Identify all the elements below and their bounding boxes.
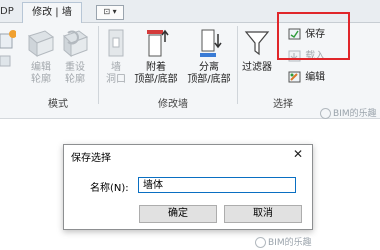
- quick-access-dropdown[interactable]: ⊡ ▾: [96, 5, 124, 20]
- filter-button[interactable]: 过滤器: [238, 28, 276, 74]
- tab-partial[interactable]: DP: [0, 2, 20, 21]
- ribbon: DP 修改 | 墙 ⊡ ▾ 编辑 轮廓 重设 轮廓 墙 洞口 附着 顶部/底部 …: [0, 0, 380, 119]
- watermark-bottom: BIM的乐趣: [255, 235, 312, 248]
- wall-opening-button[interactable]: 墙 洞口: [101, 28, 131, 86]
- save-selection-dialog: 保存选择 ✕ 名称(N): 墙体 确定 取消: [63, 144, 313, 230]
- dialog-title: 保存选择: [71, 153, 111, 164]
- group-label-modify-wall: 修改墙: [158, 99, 188, 110]
- selection-highlight-box: [277, 12, 350, 60]
- ok-button[interactable]: 确定: [139, 205, 217, 223]
- wall-opening-icon: [108, 29, 124, 57]
- attach-top-base-label: 附着 顶部/底部: [134, 62, 178, 85]
- watermark-top: BIM的乐趣: [320, 106, 377, 119]
- filter-icon: [244, 31, 270, 56]
- cancel-button[interactable]: 取消: [224, 205, 302, 223]
- close-icon[interactable]: ✕: [291, 146, 305, 162]
- tab-modify-wall[interactable]: 修改 | 墙: [22, 2, 82, 23]
- reset-profile-icon: [63, 30, 89, 58]
- reset-profile-button[interactable]: 重设 轮廓: [58, 28, 92, 86]
- group-label-mode: 模式: [48, 99, 68, 110]
- partial-tool-icon[interactable]: [0, 28, 16, 74]
- watermark-logo-icon: [255, 237, 266, 248]
- filter-label: 过滤器: [242, 62, 272, 73]
- reset-profile-label: 重设 轮廓: [65, 62, 85, 85]
- panel-separator: [98, 26, 99, 104]
- edit-profile-icon: [27, 30, 55, 57]
- edit-selection-button[interactable]: 编辑: [288, 71, 344, 84]
- detach-top-base-label: 分离 顶部/底部: [187, 62, 231, 85]
- name-input[interactable]: 墙体: [138, 177, 296, 193]
- edit-profile-label: 编辑 轮廓: [31, 62, 51, 85]
- group-label-selection: 选择: [273, 99, 293, 110]
- edit-profile-button[interactable]: 编辑 轮廓: [24, 28, 58, 86]
- attach-top-base-button[interactable]: 附着 顶部/底部: [131, 28, 181, 86]
- wall-opening-label: 墙 洞口: [106, 62, 126, 85]
- edit-selection-label: 编辑: [305, 72, 326, 83]
- name-label: 名称(N):: [90, 183, 129, 194]
- watermark-logo-icon: [320, 108, 331, 119]
- attach-top-base-icon: [147, 29, 169, 57]
- edit-selection-icon: [288, 71, 301, 83]
- detach-top-base-button[interactable]: 分离 顶部/底部: [184, 28, 234, 86]
- detach-top-base-icon: [200, 29, 222, 57]
